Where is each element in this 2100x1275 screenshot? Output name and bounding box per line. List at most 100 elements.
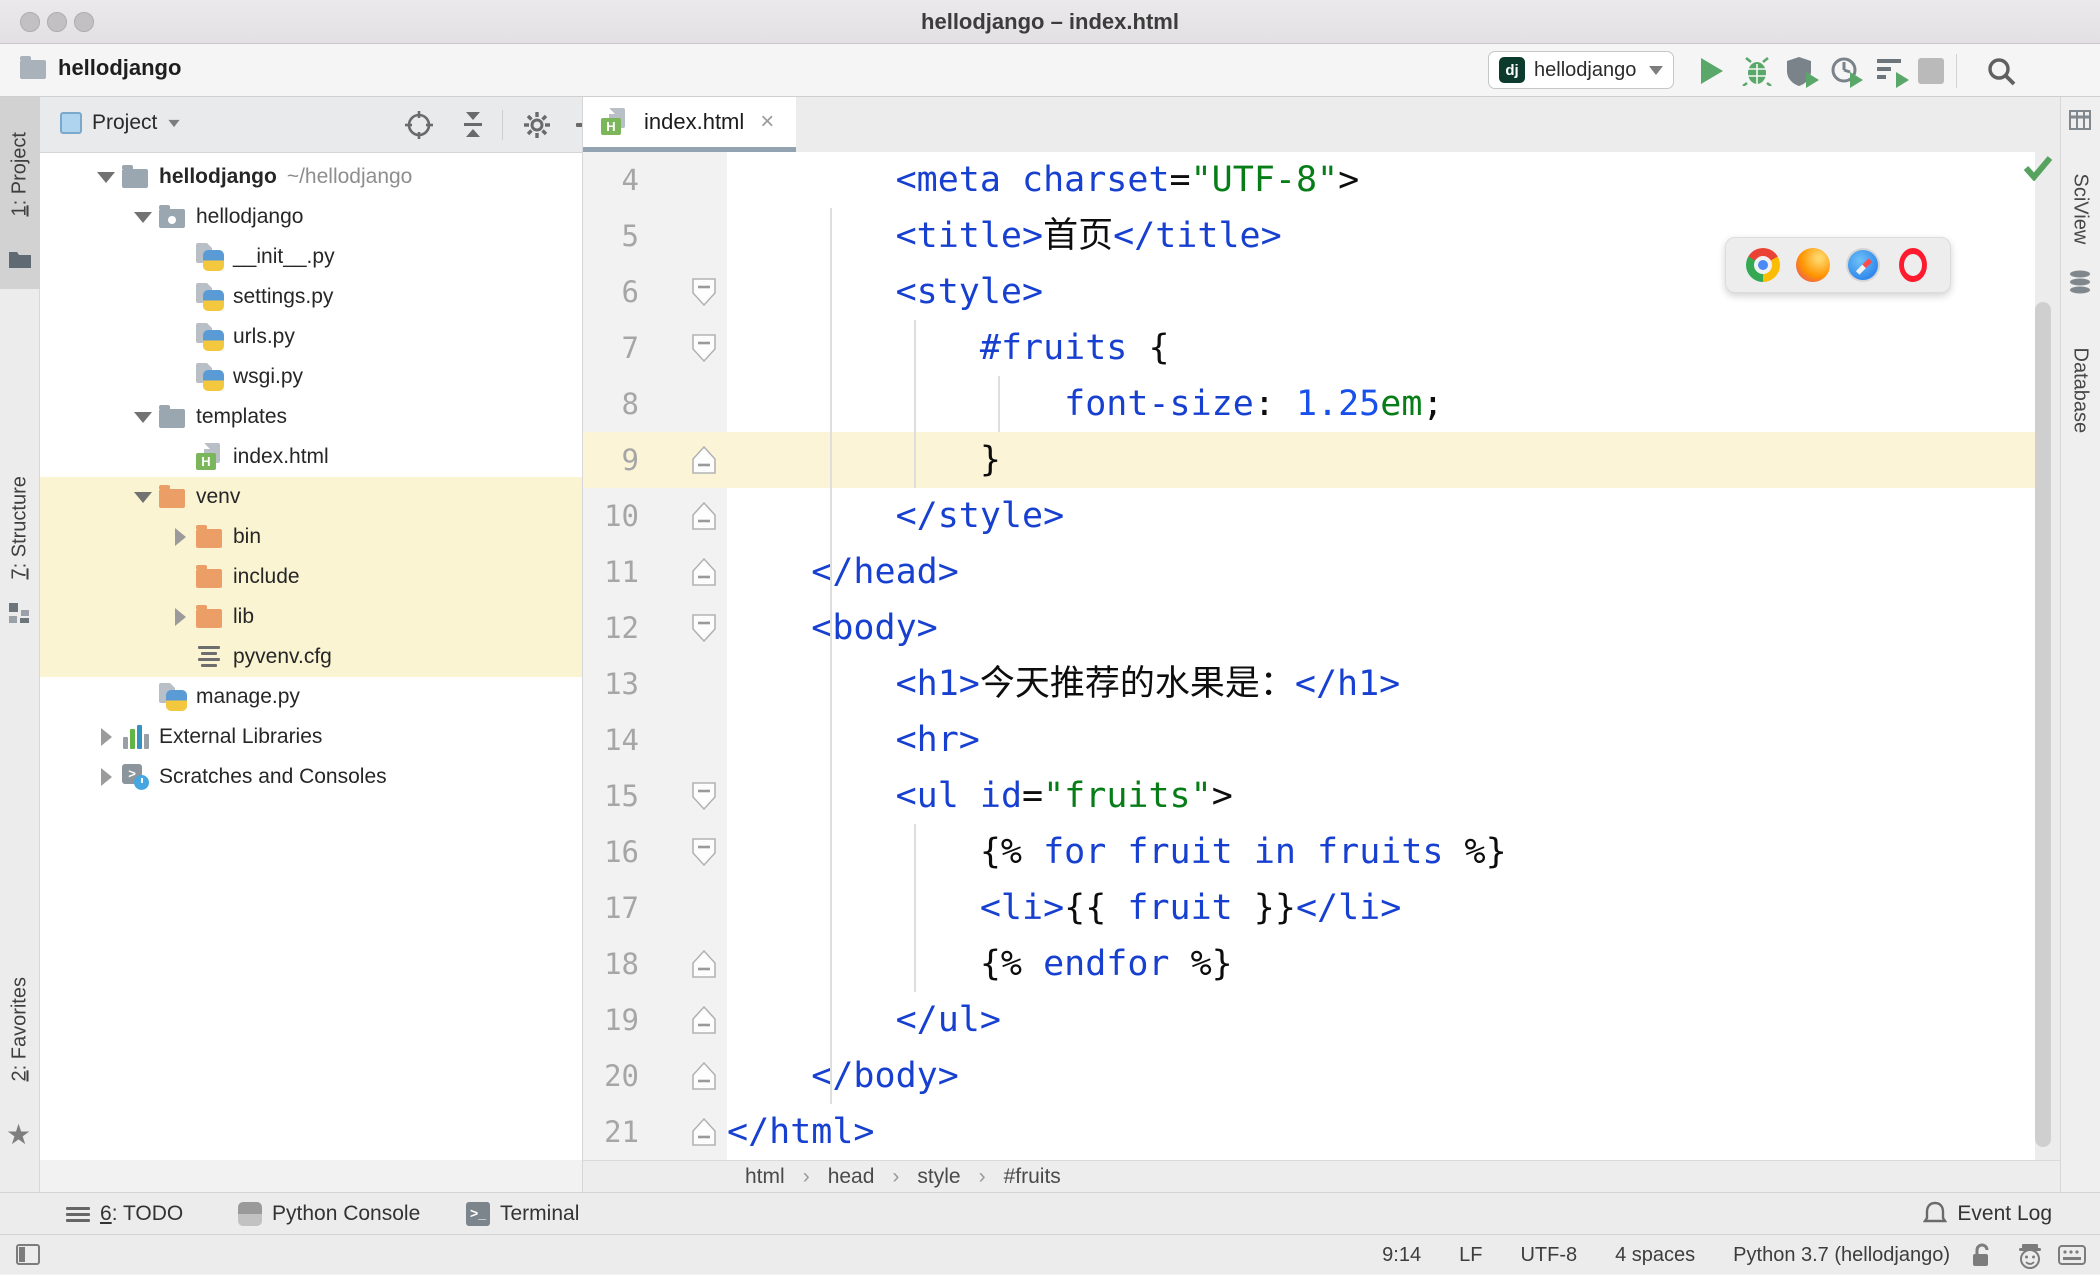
tree-expand-arrow[interactable] bbox=[166, 528, 194, 546]
fold-marker[interactable] bbox=[639, 768, 727, 824]
sidebar-tab-database[interactable]: Database bbox=[2060, 270, 2100, 450]
tree-expand-arrow[interactable] bbox=[92, 768, 120, 786]
tree-expand-arrow[interactable] bbox=[92, 171, 120, 183]
toolwindow-python-console[interactable]: Python Console bbox=[238, 1193, 420, 1235]
run-button[interactable] bbox=[1697, 56, 1727, 86]
stop-button[interactable] bbox=[1916, 56, 1946, 86]
fold-marker[interactable] bbox=[639, 264, 727, 320]
code-line-11[interactable]: 11 </head> bbox=[583, 544, 2035, 600]
tool-window-toggle-icon[interactable] bbox=[16, 1244, 40, 1265]
opera-icon[interactable] bbox=[1899, 248, 1927, 282]
navigation-breadcrumb[interactable]: hellodjango bbox=[20, 55, 181, 81]
fold-marker[interactable] bbox=[639, 1048, 727, 1104]
fold-marker[interactable] bbox=[639, 432, 727, 488]
tree-item-index-html[interactable]: Hindex.html bbox=[40, 437, 582, 477]
tree-expand-arrow[interactable] bbox=[129, 411, 157, 423]
inspection-ok-icon[interactable] bbox=[2023, 155, 2053, 181]
tree-item-hellodjango[interactable]: hellodjango bbox=[40, 197, 582, 237]
toolwindow-todo[interactable]: 6: TODO bbox=[66, 1193, 183, 1235]
inspection-profile-icon[interactable] bbox=[2018, 1243, 2042, 1269]
code-line-8[interactable]: 8 font-size: 1.25em; bbox=[583, 376, 2035, 432]
fold-marker[interactable] bbox=[639, 600, 727, 656]
corner-widget-icon[interactable] bbox=[2058, 1245, 2086, 1265]
fold-marker[interactable] bbox=[639, 488, 727, 544]
code-line-21[interactable]: 21 </html> bbox=[583, 1104, 2035, 1160]
event-log-button[interactable]: Event Log bbox=[1923, 1193, 2052, 1235]
indent-setting[interactable]: 4 spaces bbox=[1615, 1244, 1695, 1267]
tree-item-wsgi-py[interactable]: wsgi.py bbox=[40, 357, 582, 397]
fold-marker[interactable] bbox=[639, 824, 727, 880]
tree-expand-arrow[interactable] bbox=[129, 211, 157, 223]
fold-marker[interactable] bbox=[639, 992, 727, 1048]
code-line-10[interactable]: 10 </style> bbox=[583, 488, 2035, 544]
code-editor[interactable]: 4 <meta charset="UTF-8"> 5 <title>首页</tit… bbox=[583, 152, 2035, 1257]
tree-expand-arrow[interactable] bbox=[166, 608, 194, 626]
fold-marker[interactable] bbox=[639, 1104, 727, 1160]
code-line-9[interactable]: 9 } bbox=[583, 432, 2035, 488]
code-line-4[interactable]: 4 <meta charset="UTF-8"> bbox=[583, 152, 2035, 208]
project-view-select[interactable]: Project bbox=[60, 111, 181, 135]
search-everywhere-button[interactable] bbox=[1986, 56, 2016, 86]
breadcrumb-separator-icon: › bbox=[978, 1164, 986, 1188]
breadcrumb-item-html[interactable]: html bbox=[745, 1165, 785, 1189]
editor-scrollbar[interactable] bbox=[2035, 302, 2051, 1147]
firefox-icon[interactable] bbox=[1796, 248, 1830, 282]
locate-file-button[interactable] bbox=[404, 110, 434, 140]
profile-button[interactable] bbox=[1830, 56, 1863, 88]
excluded-folder-icon bbox=[194, 523, 226, 551]
debug-button[interactable] bbox=[1742, 56, 1772, 87]
unlock-icon[interactable] bbox=[1970, 1243, 1992, 1269]
fold-marker[interactable] bbox=[639, 936, 727, 992]
interpreter-setting[interactable]: Python 3.7 (hellodjango) bbox=[1733, 1244, 1950, 1267]
fold-marker[interactable] bbox=[639, 320, 727, 376]
tree-expand-arrow[interactable] bbox=[129, 491, 157, 503]
tree-item-bin[interactable]: bin bbox=[40, 517, 582, 557]
tree-item--init-py[interactable]: __init__.py bbox=[40, 237, 582, 277]
tree-item-external-libraries[interactable]: External Libraries bbox=[40, 717, 582, 757]
code-line-15[interactable]: 15 <ul id="fruits"> bbox=[583, 768, 2035, 824]
tree-item-lib[interactable]: lib bbox=[40, 597, 582, 637]
tree-item-include[interactable]: include bbox=[40, 557, 582, 597]
sidebar-tab-sciview[interactable]: SciView bbox=[2060, 110, 2100, 270]
line-number: 8 bbox=[583, 376, 639, 432]
tree-item-pyvenv-cfg[interactable]: pyvenv.cfg bbox=[40, 637, 582, 677]
breadcrumb-item-fruits[interactable]: #fruits bbox=[1004, 1165, 1061, 1189]
sidebar-tab-favorites[interactable]: 2: Favorites ★ bbox=[0, 977, 40, 1160]
breadcrumb-item-style[interactable]: style bbox=[917, 1165, 960, 1189]
code-line-12[interactable]: 12 <body> bbox=[583, 600, 2035, 656]
tree-item-manage-py[interactable]: manage.py bbox=[40, 677, 582, 717]
close-icon[interactable]: × bbox=[760, 108, 774, 136]
fold-marker[interactable] bbox=[639, 544, 727, 600]
tree-item-urls-py[interactable]: urls.py bbox=[40, 317, 582, 357]
run-configuration-select[interactable]: dj hellodjango bbox=[1488, 51, 1674, 89]
collapse-all-button[interactable] bbox=[458, 110, 488, 140]
tab-index-html[interactable]: H index.html × bbox=[583, 97, 796, 147]
code-line-20[interactable]: 20 </body> bbox=[583, 1048, 2035, 1104]
file-encoding[interactable]: UTF-8 bbox=[1520, 1244, 1577, 1267]
breadcrumb-item-head[interactable]: head bbox=[828, 1165, 875, 1189]
run-with-settings-button[interactable] bbox=[1876, 56, 1909, 88]
toolwindow-terminal[interactable]: >_ Terminal bbox=[466, 1193, 579, 1235]
settings-button[interactable] bbox=[522, 110, 552, 140]
tool-window-bar: 6: TODO Python Console >_ Terminal Event… bbox=[0, 1192, 2100, 1234]
safari-icon[interactable] bbox=[1846, 248, 1880, 282]
code-line-16[interactable]: 16 {% for fruit in fruits %} bbox=[583, 824, 2035, 880]
tree-item-scratches-and-consoles[interactable]: > Scratches and Consoles bbox=[40, 757, 582, 797]
tree-expand-arrow[interactable] bbox=[92, 728, 120, 746]
caret-position[interactable]: 9:14 bbox=[1382, 1244, 1421, 1267]
tree-item-hellodjango[interactable]: hellodjango ~/hellodjango bbox=[40, 157, 582, 197]
tree-item-templates[interactable]: templates bbox=[40, 397, 582, 437]
code-line-13[interactable]: 13 <h1>今天推荐的水果是：</h1> bbox=[583, 656, 2035, 712]
chrome-icon[interactable] bbox=[1746, 248, 1780, 282]
sidebar-tab-structure[interactable]: 7: Structure bbox=[0, 450, 40, 630]
code-line-17[interactable]: 17 <li>{{ fruit }}</li> bbox=[583, 880, 2035, 936]
tree-item-venv[interactable]: venv bbox=[40, 477, 582, 517]
code-line-14[interactable]: 14 <hr> bbox=[583, 712, 2035, 768]
code-line-19[interactable]: 19 </ul> bbox=[583, 992, 2035, 1048]
sidebar-tab-project[interactable]: 1: Project bbox=[0, 97, 40, 289]
code-line-18[interactable]: 18 {% endfor %} bbox=[583, 936, 2035, 992]
code-line-7[interactable]: 7 #fruits { bbox=[583, 320, 2035, 376]
tree-item-settings-py[interactable]: settings.py bbox=[40, 277, 582, 317]
line-separator[interactable]: LF bbox=[1459, 1244, 1482, 1267]
run-with-coverage-button[interactable] bbox=[1786, 56, 1819, 88]
